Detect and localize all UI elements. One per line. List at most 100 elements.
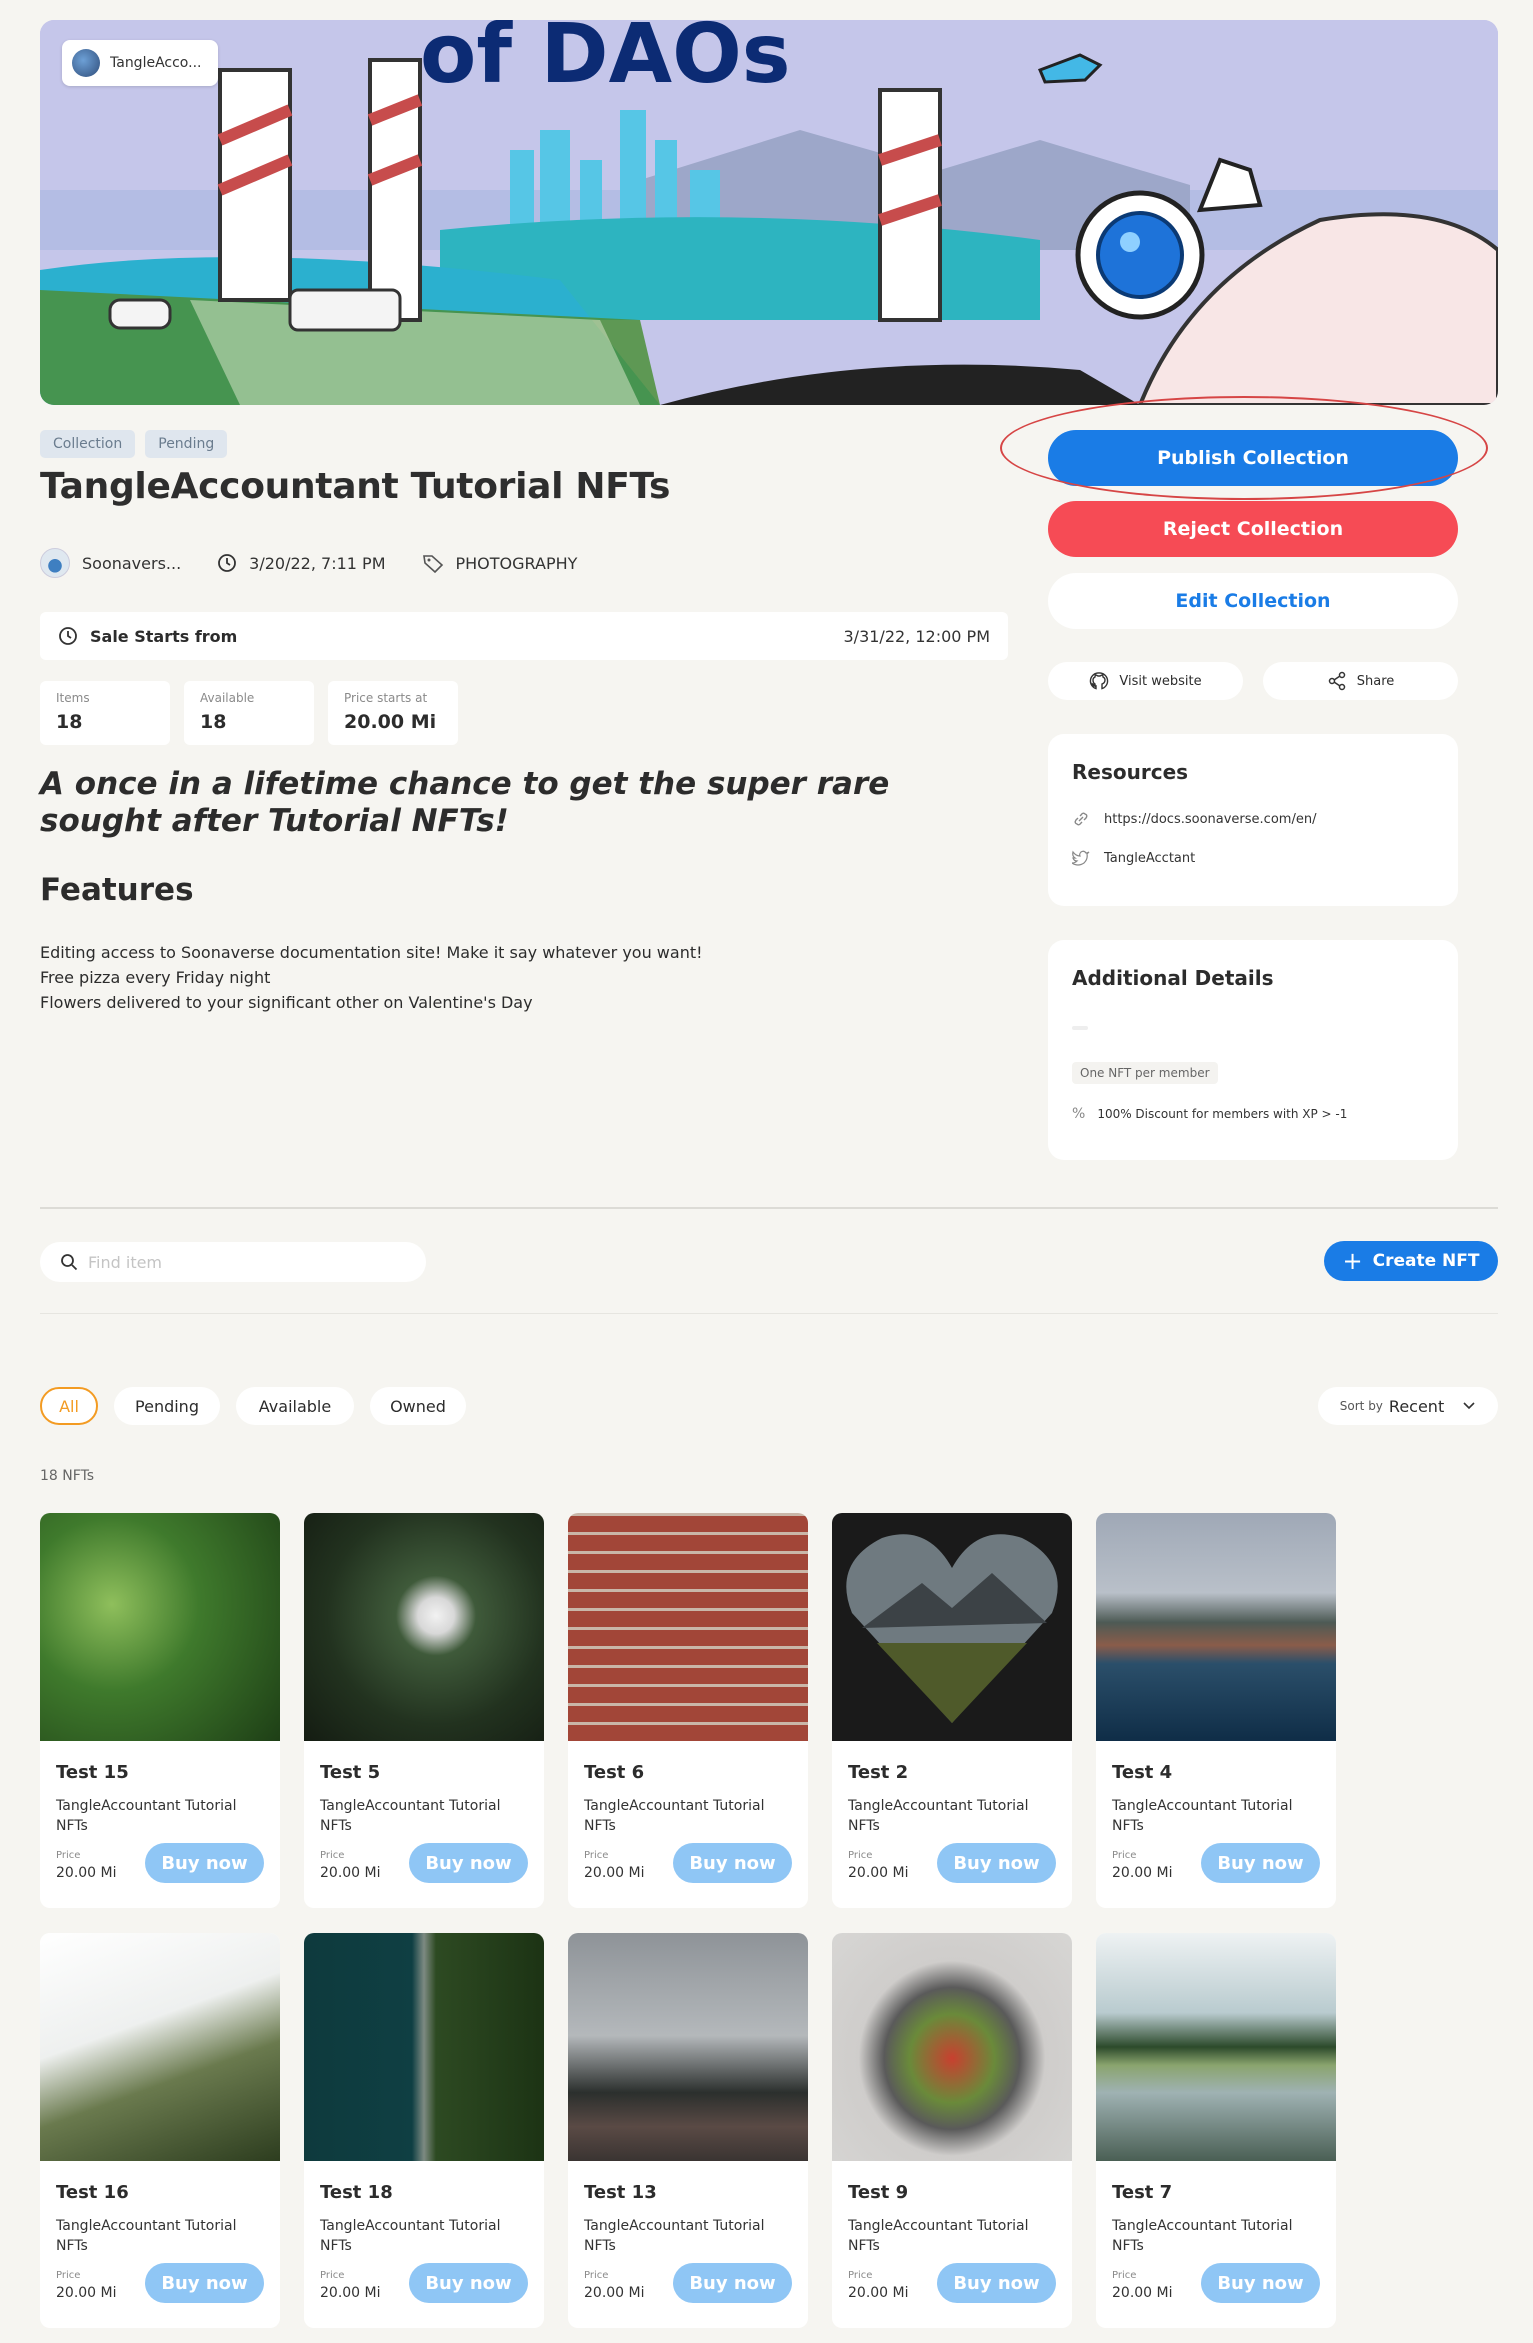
nft-card[interactable]: Test 18 TangleAccountant Tutorial NFTs P… — [304, 1933, 544, 2328]
nft-card[interactable]: Test 13 TangleAccountant Tutorial NFTs P… — [568, 1933, 808, 2328]
buy-now-button[interactable]: Buy now — [937, 2263, 1056, 2303]
created-date-text: 3/20/22, 7:11 PM — [249, 553, 386, 573]
nft-price: 20.00 Mi — [320, 1865, 381, 1881]
visit-website-button[interactable]: Visit website — [1048, 662, 1243, 700]
sort-dropdown[interactable]: Sort by Recent — [1318, 1387, 1498, 1425]
nft-price: 20.00 Mi — [1112, 1865, 1173, 1881]
features-list: Editing access to Soonaverse documentati… — [40, 940, 703, 1015]
share-button[interactable]: Share — [1263, 662, 1458, 700]
nft-price-label: Price — [848, 2270, 873, 2281]
search-box[interactable] — [40, 1242, 426, 1282]
category: PHOTOGRAPHY — [422, 553, 578, 573]
author-link[interactable]: Soonavers... — [40, 548, 181, 578]
resources-panel: Resources https://docs.soonaverse.com/en… — [1048, 734, 1458, 906]
stat-available: Available 18 — [184, 681, 314, 745]
nft-card[interactable]: Test 6 TangleAccountant Tutorial NFTs Pr… — [568, 1513, 808, 1908]
nft-collection: TangleAccountant Tutorial NFTs — [56, 1798, 237, 1834]
stat-value: 18 — [200, 711, 227, 733]
discount-row: % 100% Discount for members with XP > -1 — [1072, 1106, 1434, 1122]
divider — [40, 1207, 1498, 1209]
nft-price-label: Price — [1112, 1850, 1137, 1861]
nft-price-label: Price — [1112, 2270, 1137, 2281]
nft-price-label: Price — [584, 1850, 609, 1861]
percent-icon: % — [1072, 1106, 1086, 1122]
nft-image — [304, 1933, 544, 2161]
buy-now-button[interactable]: Buy now — [1201, 1843, 1320, 1883]
nft-count: 18 NFTs — [40, 1468, 95, 1484]
create-nft-button[interactable]: + Create NFT — [1324, 1241, 1498, 1281]
nft-name: Test 16 — [56, 2182, 129, 2203]
buy-now-button[interactable]: Buy now — [673, 1843, 792, 1883]
buy-now-button[interactable]: Buy now — [409, 1843, 528, 1883]
nft-name: Test 7 — [1112, 2182, 1173, 2203]
clock-icon — [218, 554, 237, 572]
stat-value: 20.00 Mi — [344, 711, 437, 733]
created-date: 3/20/22, 7:11 PM — [217, 553, 386, 573]
nft-price-label: Price — [848, 1850, 873, 1861]
buy-now-button[interactable]: Buy now — [145, 2263, 264, 2303]
share-icon — [1328, 671, 1345, 691]
resource-twitter-text: TangleAcctant — [1104, 850, 1196, 866]
buy-now-button[interactable]: Buy now — [1201, 2263, 1320, 2303]
collection-title: TangleAccountant Tutorial NFTs — [40, 466, 671, 507]
collection-tagline: A once in a lifetime chance to get the s… — [40, 766, 890, 839]
nft-card[interactable]: Test 4 TangleAccountant Tutorial NFTs Pr… — [1096, 1513, 1336, 1908]
nft-collection: TangleAccountant Tutorial NFTs — [56, 2218, 237, 2254]
nft-collection: TangleAccountant Tutorial NFTs — [848, 2218, 1029, 2254]
nft-image — [1096, 1513, 1336, 1741]
nft-price: 20.00 Mi — [320, 2285, 381, 2301]
filter-tabs: All Pending Available Owned — [40, 1387, 466, 1425]
filter-owned[interactable]: Owned — [370, 1387, 466, 1425]
owner-chip[interactable]: TangleAcco... — [62, 40, 218, 86]
plus-icon: + — [1342, 1247, 1363, 1275]
highlight-annotation — [1000, 396, 1488, 500]
buy-now-button[interactable]: Buy now — [673, 2263, 792, 2303]
discount-text: 100% Discount for members with XP > -1 — [1097, 1107, 1348, 1121]
resource-link[interactable]: https://docs.soonaverse.com/en/ — [1072, 810, 1434, 828]
search-input[interactable] — [88, 1252, 388, 1272]
feature-item: Free pizza every Friday night — [40, 968, 271, 987]
buy-now-button[interactable]: Buy now — [145, 1843, 264, 1883]
nft-name: Test 15 — [56, 1762, 129, 1783]
nft-card[interactable]: Test 5 TangleAccountant Tutorial NFTs Pr… — [304, 1513, 544, 1908]
nft-name: Test 13 — [584, 2182, 657, 2203]
filter-pending[interactable]: Pending — [114, 1387, 220, 1425]
nft-collection: TangleAccountant Tutorial NFTs — [584, 2218, 765, 2254]
nft-image — [832, 1513, 1072, 1741]
nft-name: Test 9 — [848, 2182, 909, 2203]
placeholder-line — [1072, 1026, 1088, 1030]
category-text: PHOTOGRAPHY — [455, 553, 578, 573]
clock-icon — [59, 627, 77, 645]
search-icon — [61, 1254, 78, 1271]
access-pill: One NFT per member — [1072, 1062, 1218, 1084]
nft-name: Test 5 — [320, 1762, 381, 1783]
feature-item: Flowers delivered to your significant ot… — [40, 993, 533, 1012]
nft-card[interactable]: Test 7 TangleAccountant Tutorial NFTs Pr… — [1096, 1933, 1336, 2328]
nft-collection: TangleAccountant Tutorial NFTs — [1112, 1798, 1293, 1834]
resource-twitter[interactable]: TangleAcctant — [1072, 850, 1434, 866]
nft-card[interactable]: Test 2 TangleAccountant Tutorial NFTs Pr… — [832, 1513, 1072, 1908]
buy-now-button[interactable]: Buy now — [409, 2263, 528, 2303]
nft-collection: TangleAccountant Tutorial NFTs — [320, 2218, 501, 2254]
nft-image — [568, 1513, 808, 1741]
buy-now-button[interactable]: Buy now — [937, 1843, 1056, 1883]
nft-name: Test 18 — [320, 2182, 393, 2203]
author-name: Soonavers... — [82, 553, 182, 573]
filter-available[interactable]: Available — [236, 1387, 354, 1425]
edit-collection-button[interactable]: Edit Collection — [1048, 573, 1458, 629]
resources-heading: Resources — [1072, 760, 1189, 784]
share-label: Share — [1356, 673, 1395, 689]
twitter-icon — [1072, 850, 1090, 866]
stat-value: 18 — [56, 711, 83, 733]
nft-card[interactable]: Test 15 TangleAccountant Tutorial NFTs P… — [40, 1513, 280, 1908]
reject-collection-button[interactable]: Reject Collection — [1048, 501, 1458, 557]
filter-all[interactable]: All — [40, 1387, 98, 1425]
collection-meta: Soonavers... 3/20/22, 7:11 PM PHOTOGRAPH… — [40, 548, 577, 578]
nft-card[interactable]: Test 16 TangleAccountant Tutorial NFTs P… — [40, 1933, 280, 2328]
nft-collection: TangleAccountant Tutorial NFTs — [320, 1798, 501, 1834]
collection-banner: of DAOs — [40, 20, 1498, 405]
nft-price-label: Price — [320, 2270, 345, 2281]
nft-card[interactable]: Test 9 TangleAccountant Tutorial NFTs Pr… — [832, 1933, 1072, 2328]
link-icon — [1074, 812, 1088, 826]
additional-details-heading: Additional Details — [1072, 966, 1274, 990]
